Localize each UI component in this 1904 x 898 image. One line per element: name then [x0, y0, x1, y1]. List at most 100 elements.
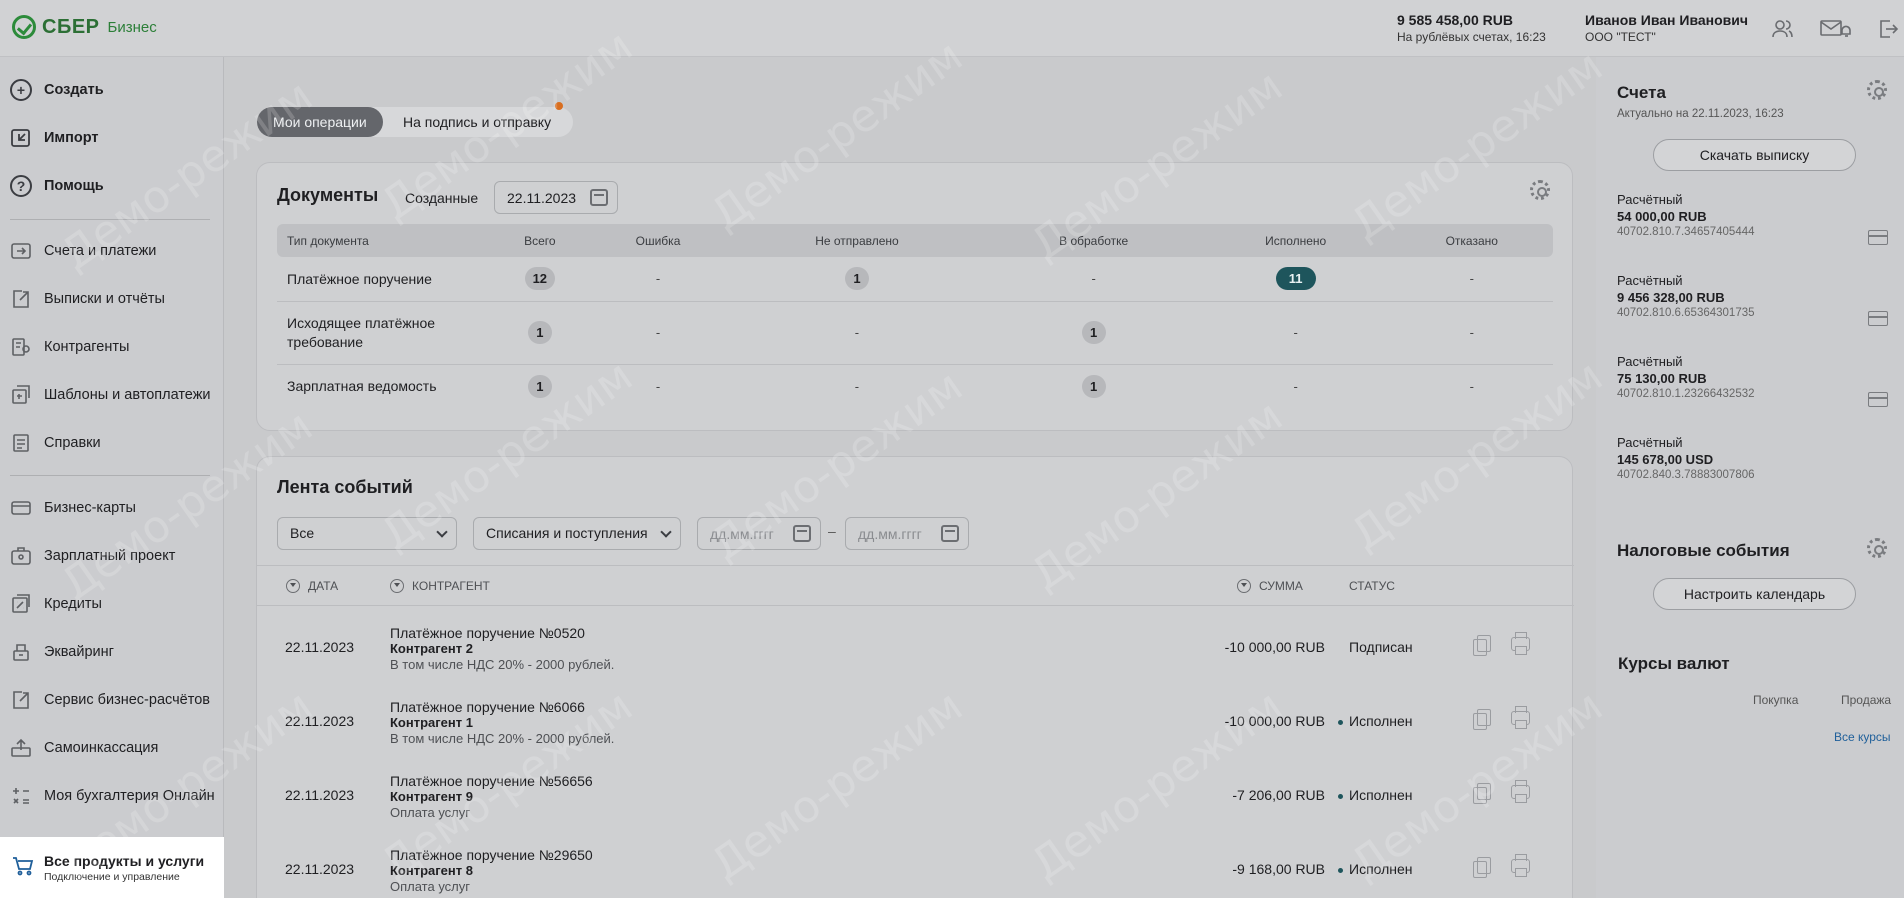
count-badge[interactable]: 1 [1081, 321, 1106, 344]
templates-icon [10, 384, 32, 406]
sidebar-create[interactable]: + Создать [10, 79, 104, 101]
count-badge[interactable]: 12 [524, 267, 556, 291]
print-icon[interactable] [1511, 780, 1530, 803]
sidebar-item-acquiring[interactable]: Эквайринг [10, 641, 114, 663]
copy-icon[interactable] [1473, 635, 1491, 656]
sidebar-item-label: Импорт [44, 130, 99, 146]
account-amount: 75 130,00 RUB [1617, 371, 1707, 386]
operations-tabs: Мои операции На подпись и отправку [257, 107, 573, 137]
sidebar-item-credits[interactable]: Кредиты [10, 593, 102, 615]
sort-by-counterparty[interactable]: КОНТРАГЕНТ [390, 579, 490, 593]
print-icon[interactable] [1511, 706, 1530, 729]
status-dot [1338, 719, 1343, 725]
tab-my-operations[interactable]: Мои операции [257, 107, 383, 137]
sidebar-item-self-collection[interactable]: Самоинкассация [10, 737, 158, 759]
all-products-button[interactable]: Все продукты и услуги Подключение и упра… [0, 837, 224, 898]
sidebar-item-contractors[interactable]: Контрагенты [10, 336, 129, 358]
card-icon [10, 497, 32, 519]
copy-icon[interactable] [1473, 783, 1491, 804]
list-item[interactable]: 22.11.2023 Платёжное поручение №0520 Кон… [257, 607, 1574, 681]
feed-filter-all[interactable]: Все [277, 517, 457, 550]
header-balance-amount: 9 585 458,00 RUB [1397, 12, 1513, 28]
sidebar-divider [10, 475, 210, 476]
count-badge[interactable]: 1 [527, 374, 552, 398]
header-user[interactable]: Иванов Иван Иванович ООО "ТЕСТ" [1585, 12, 1748, 44]
accounts-settings-icon[interactable] [1867, 80, 1887, 100]
sidebar-import[interactable]: Импорт [10, 127, 99, 149]
tab-for-signing[interactable]: На подпись и отправку [387, 107, 567, 137]
account-item[interactable]: Расчётный 54 000,00 RUB 40702.810.7.3465… [1617, 192, 1755, 238]
sidebar-item-statements[interactable]: Выписки и отчёты [10, 288, 165, 310]
count-badge[interactable]: 1 [844, 267, 869, 291]
doc-type: Зарплатная ведомость [287, 378, 437, 395]
sidebar-item-accounts[interactable]: Счета и платежи [10, 240, 156, 262]
sidebar-item-label: Зарплатный проект [44, 548, 176, 564]
documents-settings-icon[interactable] [1530, 180, 1550, 200]
event-date: 22.11.2023 [285, 639, 355, 655]
table-row[interactable]: Исходящее платёжное требование 1 - - 1 -… [277, 301, 1553, 365]
count-value: - [588, 257, 728, 302]
event-sum: -10 000,00 RUB [1224, 639, 1325, 655]
account-item[interactable]: Расчётный 75 130,00 RUB 40702.810.1.2326… [1617, 354, 1755, 400]
sidebar-item-templates[interactable]: Шаблоны и автоплатежи [10, 384, 211, 406]
sidebar-divider [10, 219, 210, 220]
setup-calendar-button[interactable]: Настроить календарь [1653, 578, 1856, 610]
print-icon[interactable] [1511, 854, 1530, 877]
sidebar-item-accounting[interactable]: Моя бухгалтерия Онлайн [10, 785, 215, 807]
event-counterparty: Контрагент 2 [390, 641, 473, 656]
sber-logo[interactable]: СБЕР Бизнес [12, 15, 157, 39]
logout-icon[interactable] [1876, 17, 1900, 41]
all-rates-link[interactable]: Все курсы [1834, 730, 1891, 744]
table-row[interactable]: Платёжное поручение 12 - 1 - 11 - [277, 257, 1553, 302]
sidebar-item-settlements[interactable]: Сервис бизнес-расчётов [10, 689, 210, 711]
feed-date-to[interactable]: дд.мм.гггг [845, 517, 969, 550]
documents-card: Документы Созданные 22.11.2023 Тип докум… [256, 162, 1573, 431]
card-icon[interactable] [1868, 230, 1888, 245]
card-icon[interactable] [1868, 392, 1888, 407]
count-value: - [588, 301, 728, 365]
sidebar-item-label: Помощь [44, 178, 104, 194]
account-type: Расчётный [1617, 354, 1683, 369]
print-icon[interactable] [1511, 632, 1530, 655]
status-text: Исполнен [1349, 787, 1413, 803]
col-rejected: Отказано [1390, 224, 1553, 257]
count-badge-done[interactable]: 11 [1275, 267, 1316, 291]
sidebar-item-certificates[interactable]: Справки [10, 432, 101, 454]
sidebar-item-salary[interactable]: Зарплатный проект [10, 545, 175, 567]
header-balance[interactable]: 9 585 458,00 RUB На рублёвых счетах, 16:… [1397, 12, 1546, 44]
account-item[interactable]: Расчётный 9 456 328,00 RUB 40702.810.6.6… [1617, 273, 1755, 319]
calendar-icon [941, 525, 959, 542]
feed-filter-all-value: Все [290, 525, 315, 541]
count-badge[interactable]: 1 [1081, 374, 1106, 398]
copy-icon[interactable] [1473, 857, 1491, 878]
doc-type: Платёжное поручение [277, 257, 491, 302]
accounts-title: Счета [1617, 83, 1666, 102]
salary-icon [10, 545, 32, 567]
event-note: В том числе НДС 20% - 2000 рублей. [390, 657, 615, 672]
list-item[interactable]: 22.11.2023 Платёжное поручение №6066 Кон… [257, 681, 1574, 755]
download-statement-button[interactable]: Скачать выписку [1653, 139, 1856, 171]
list-item[interactable]: 22.11.2023 Платёжное поручение №29650 Ко… [257, 829, 1574, 898]
mail-bell-icon[interactable] [1820, 17, 1852, 41]
copy-icon[interactable] [1473, 709, 1491, 730]
sidebar-item-business-cards[interactable]: Бизнес-карты [10, 497, 136, 519]
events-feed-card: Лента событий Все Списания и поступления… [256, 456, 1574, 898]
card-icon[interactable] [1868, 311, 1888, 326]
sort-by-date[interactable]: ДАТА [286, 579, 338, 593]
sort-by-sum[interactable]: СУММА [1237, 579, 1303, 593]
currency-rates-title: Курсы валют [1618, 654, 1730, 673]
list-item[interactable]: 22.11.2023 Платёжное поручение №56656 Ко… [257, 755, 1574, 829]
feed-table-header: ДАТА КОНТРАГЕНТ СУММА СТАТУС [257, 565, 1574, 606]
table-row[interactable]: Зарплатная ведомость 1 - - 1 - - [277, 364, 1553, 408]
feed-filter-type[interactable]: Списания и поступления [473, 517, 681, 550]
users-icon[interactable] [1770, 17, 1794, 41]
col-processing: В обработке [986, 224, 1201, 257]
count-badge[interactable]: 1 [527, 321, 552, 344]
tax-settings-icon[interactable] [1867, 538, 1887, 558]
account-item[interactable]: Расчётный 145 678,00 USD 40702.840.3.788… [1617, 435, 1755, 481]
documents-date-field[interactable]: 22.11.2023 [494, 181, 618, 214]
feed-date-from[interactable]: дд.мм.гггг [697, 517, 821, 550]
sidebar-help[interactable]: ? Помощь [10, 175, 104, 197]
status-dot [1338, 867, 1343, 873]
sort-icon [286, 579, 300, 593]
